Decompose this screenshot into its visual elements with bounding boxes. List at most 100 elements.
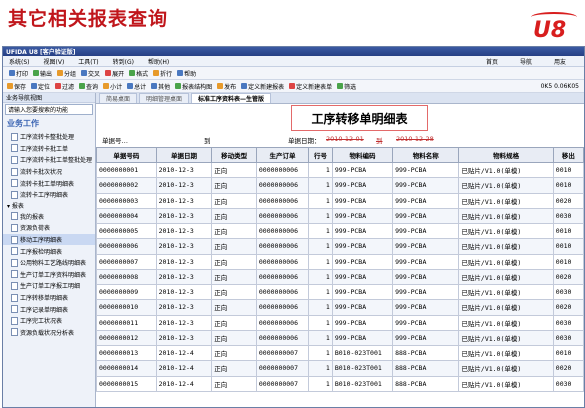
toolbar-button-6[interactable]: 折行	[153, 69, 172, 78]
menu-right-item-0[interactable]: 首页	[486, 57, 498, 66]
toolbar2-button-8[interactable]: 发布	[217, 82, 236, 91]
column-header-2[interactable]: 移动类型	[211, 147, 257, 163]
toolbar-button-3[interactable]: 交叉	[81, 69, 100, 78]
sidebar-item-16[interactable]: 工序完工状况表	[3, 315, 95, 327]
table-cell: 正向	[211, 222, 257, 240]
sidebar-item-11[interactable]: 公用物料工艺路线明细表	[3, 257, 95, 269]
table-row[interactable]: 0000000015 2010-12-4 正向 0000000007 1 B010-023…	[96, 375, 584, 392]
table-cell: B010-023T001	[331, 360, 394, 377]
toolbar-icon	[31, 83, 38, 89]
toolbar2-button-9[interactable]: 定义新建报表	[241, 82, 284, 91]
table-row[interactable]: 0000000011 2010-12-3 正向 0000000006 1 999-PCBA…	[96, 314, 584, 331]
tab-1[interactable]: 明细管理桌面	[139, 93, 190, 103]
sidebar-item-7[interactable]: 我的报表	[3, 211, 95, 223]
toolbar2-button-6[interactable]: 其他	[151, 82, 170, 91]
sidebar-item-13[interactable]: 生产订单工序报工明细	[3, 280, 95, 292]
toolbar2-button-5[interactable]: 总计	[127, 82, 146, 91]
document-icon	[11, 212, 18, 221]
toolbar2-button-7[interactable]: 报表结构图	[175, 82, 212, 91]
menu-item-3[interactable]: 转到(G)	[113, 57, 134, 66]
toolbar-button-7[interactable]: 帮助	[177, 69, 196, 78]
tab-0[interactable]: 简易桌面	[99, 93, 138, 103]
table-row[interactable]: 0000000008 2010-12-3 正向 0000000006 1 999-PCBA…	[96, 268, 584, 286]
sidebar-item-10[interactable]: 工序报检明细表	[3, 245, 95, 257]
filter-date-to[interactable]: 2010-12-28	[396, 135, 434, 143]
sidebar-item-4[interactable]: 流转卡批工单明细表	[3, 177, 95, 189]
toolbar-button-5[interactable]: 格式	[129, 69, 148, 78]
table-cell: 0000000004	[96, 207, 157, 225]
sidebar-group-6[interactable]: ▾ 报表	[3, 201, 95, 211]
u8-logo: U8	[531, 12, 577, 44]
sidebar-item-12[interactable]: 生产订单工序资料明细表	[3, 269, 95, 281]
table-row[interactable]: 0000000001 2010-12-3 正向 0000000006 1 999-PCBA…	[96, 161, 584, 179]
sidebar-item-label: 工序转移单明细表	[20, 295, 69, 303]
table-row[interactable]: 0000000004 2010-12-3 正向 0000000006 1 999-PCBA…	[96, 207, 584, 225]
toolbar2-button-10[interactable]: 定义新建表单	[289, 82, 332, 91]
sidebar-item-9[interactable]: 移动工序明细表	[3, 233, 95, 246]
toolbar-button-label: 保存	[14, 83, 27, 91]
column-header-4[interactable]: 行号	[308, 147, 333, 163]
table-cell: 999-PCBA	[392, 238, 460, 255]
column-header-5[interactable]: 物料编码	[331, 147, 394, 163]
toolbar-icon	[81, 70, 88, 76]
table-cell: 1	[308, 192, 333, 209]
toolbar2-button-0[interactable]: 保存	[7, 82, 26, 91]
table-row[interactable]: 0000000012 2010-12-3 正向 0000000006 1 999-PCBA…	[96, 329, 584, 347]
column-header-8[interactable]: 移出	[552, 147, 584, 163]
toolbar2-button-1[interactable]: 定位	[31, 82, 50, 91]
table-cell: 1	[308, 238, 333, 255]
toolbar2-button-4[interactable]: 小计	[103, 82, 122, 91]
column-header-1[interactable]: 单据日期	[155, 147, 213, 163]
menu-right-item-2[interactable]: 用友	[554, 57, 566, 66]
table-cell: 正向	[211, 161, 257, 179]
table-row[interactable]: 0000000010 2010-12-3 正向 0000000006 1 999-PCBA…	[96, 299, 584, 316]
tab-2[interactable]: 标准工序资料表—生管版	[191, 93, 272, 103]
sidebar-item-14[interactable]: 工序转移单明细表	[3, 292, 95, 304]
sidebar-item-8[interactable]: 资源负荷表	[3, 222, 95, 234]
menu-item-0[interactable]: 系统(S)	[9, 57, 30, 66]
menu-item-1[interactable]: 视图(V)	[44, 57, 65, 66]
table-cell: 已贴片/V1.0(单模)	[458, 253, 554, 270]
column-header-3[interactable]: 生产订单	[255, 147, 310, 163]
table-row[interactable]: 0000000005 2010-12-3 正向 0000000006 1 999-PCBA…	[96, 222, 584, 240]
toolbar-button-1[interactable]: 输出	[33, 69, 52, 78]
toolbar-button-label: 分组	[64, 70, 77, 78]
table-cell: 888-PCBA	[392, 360, 460, 377]
menu-item-2[interactable]: 工具(T)	[78, 57, 98, 66]
toolbar-button-2[interactable]: 分组	[57, 69, 76, 78]
toolbar-button-0[interactable]: 打印	[9, 69, 28, 78]
sidebar-item-2[interactable]: 工序流转卡批工单整批处理	[3, 154, 95, 166]
table-row[interactable]: 0000000009 2010-12-3 正向 0000000006 1 999-PCBA…	[96, 283, 584, 301]
table-row[interactable]: 0000000007 2010-12-3 正向 0000000006 1 999-PCBA…	[96, 253, 584, 270]
filter-date-from[interactable]: 2010-12-01	[326, 135, 364, 143]
column-header-7[interactable]: 物料规格	[458, 147, 554, 163]
slide-title: 其它相关报表查询	[8, 8, 169, 30]
toolbar-button-4[interactable]: 展开	[105, 69, 124, 78]
table-row[interactable]: 0000000014 2010-12-4 正向 0000000007 1 B010-023…	[96, 360, 584, 377]
toolbar2-button-11[interactable]: 筛选	[337, 82, 356, 91]
document-icon	[11, 179, 18, 188]
table-row[interactable]: 0000000003 2010-12-3 正向 0000000006 1 999-PCBA…	[96, 192, 584, 209]
sidebar-section-title[interactable]: 业务工作	[3, 116, 95, 131]
sidebar-item-15[interactable]: 工序记录单明细表	[3, 303, 95, 315]
sidebar-item-label: 流转卡批次状况	[20, 169, 63, 177]
menu-item-4[interactable]: 帮助(H)	[148, 57, 169, 66]
table-cell: 999-PCBA	[392, 222, 460, 240]
sidebar-item-1[interactable]: 工序流转卡批工单	[3, 143, 95, 155]
sidebar-search-input[interactable]: 请输入您要搜索的功能	[5, 104, 93, 115]
sidebar-item-label: 工序完工状况表	[20, 318, 63, 326]
toolbar2-button-2[interactable]: 过滤	[55, 82, 74, 91]
sidebar-item-0[interactable]: 工序流转卡整批处理	[3, 131, 95, 143]
sidebar-item-3[interactable]: 流转卡批次状况	[3, 166, 95, 178]
sidebar-item-5[interactable]: 流转卡工序明细表	[3, 189, 95, 201]
toolbar2-button-3[interactable]: 查询	[79, 82, 98, 91]
table-cell: 0000000007	[255, 344, 310, 362]
document-icon	[11, 190, 18, 199]
table-row[interactable]: 0000000013 2010-12-4 正向 0000000007 1 B010-023…	[96, 344, 584, 362]
table-row[interactable]: 0000000002 2010-12-3 正向 0000000006 1 999-PCBA…	[96, 177, 584, 194]
sidebar-item-17[interactable]: 资源负载状况分析表	[3, 327, 95, 339]
column-header-0[interactable]: 单据号码	[96, 147, 157, 163]
menu-right-item-1[interactable]: 导航	[520, 57, 532, 66]
table-row[interactable]: 0000000006 2010-12-3 正向 0000000006 1 999-PCBA…	[96, 238, 584, 255]
column-header-6[interactable]: 物料名称	[392, 147, 460, 163]
